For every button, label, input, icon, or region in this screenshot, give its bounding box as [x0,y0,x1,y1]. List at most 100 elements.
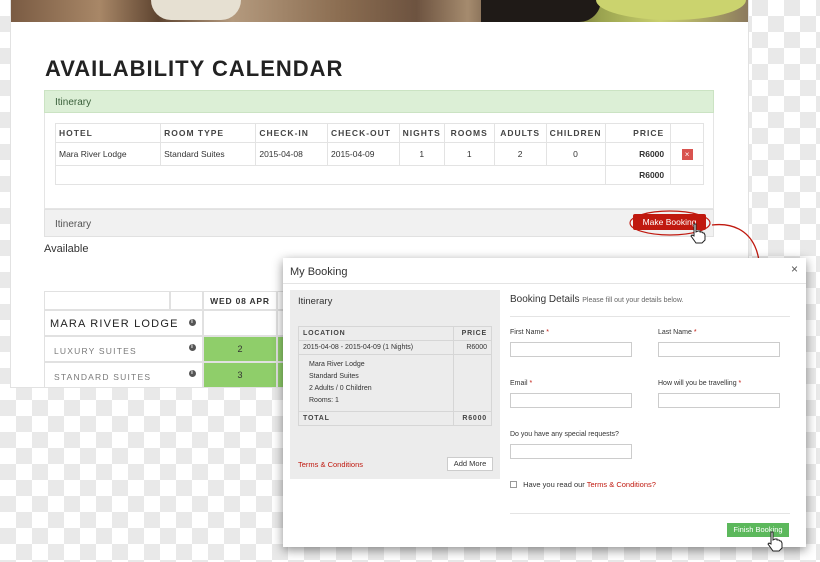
required-mark: * [738,380,742,387]
modal-itinerary-panel: Itinerary LOCATION PRICE 2015-04-08 - 20… [290,290,500,479]
first-name-label: First Name * [510,329,549,336]
hero-image [11,0,748,22]
grid-header-info [170,291,203,310]
email-text: Email [510,380,528,387]
col-actions [670,123,704,143]
col-price: PRICE [453,326,492,341]
cell-nights: 1 [398,142,445,166]
grid-row-luxury-suites: LUXURY SUITES i [44,336,203,362]
requests-label: Do you have any special requests? [510,431,619,438]
itinerary-table-panel: HOTEL ROOM TYPE CHECK-IN CHECK-OUT NIGHT… [44,113,714,209]
required-mark: * [546,329,549,336]
cell-children: 0 [545,142,606,166]
travel-text: How will you be travelling [658,380,737,387]
row-label: LUXURY SUITES [54,346,137,356]
itinerary-detail-price [453,354,492,412]
cell-delete: × [670,142,704,166]
cell-adults: 2 [493,142,547,166]
detail-rooms: Rooms: 1 [309,397,339,404]
info-icon[interactable]: i [189,344,196,351]
terms-checkbox-link[interactable]: Terms & Conditions? [587,480,656,489]
total-spacer [55,165,606,185]
cell-check-out: 2015-04-09 [326,142,400,166]
travel-field[interactable] [658,393,780,408]
modal-divider [283,283,806,284]
col-hotel: HOTEL [54,123,162,143]
total-row: TOTAL R6000 [298,411,492,426]
delete-icon[interactable]: × [681,148,693,160]
grid-lodge-cell [203,310,277,336]
terms-link[interactable]: Terms & Conditions [298,460,363,469]
available-label: Available [44,243,89,255]
grid-cell-luxury[interactable]: 2 [203,336,277,362]
itinerary-detail-row: Mara River Lodge Standard Suites 2 Adult… [298,354,492,412]
last-name-text: Last Name [658,329,692,336]
email-field[interactable] [510,393,632,408]
cell-room-type: Standard Suites [160,142,257,166]
info-icon[interactable]: i [189,370,196,377]
grid-lodge-name: MARA RIVER LODGE i [44,310,203,336]
terms-checkbox-row: Have you read our Terms & Conditions? [510,480,656,489]
col-room-type: ROOM TYPE [160,123,257,143]
modal-title: My Booking [290,266,348,278]
total-row: R6000 [55,165,704,185]
grid-header-label [44,291,170,310]
travel-label: How will you be travelling * [658,380,741,387]
total-empty [670,165,704,185]
hero-cushion [596,0,746,20]
detail-lodge: Mara River Lodge [309,361,365,368]
booking-details-subtitle: Please fill out your details below. [582,297,684,304]
hero-pillow [151,0,241,20]
my-booking-modal: My Booking × Itinerary LOCATION PRICE 20… [283,258,806,547]
required-mark: * [693,329,697,336]
booking-details-divider [510,316,790,317]
col-location: LOCATION [298,326,454,341]
detail-guests: 2 Adults / 0 Children [309,385,372,392]
grid-row-standard-suites: STANDARD SUITES i [44,362,203,387]
itinerary-table: HOTEL ROOM TYPE CHECK-IN CHECK-OUT NIGHT… [54,123,704,185]
modal-itinerary-table: LOCATION PRICE 2015-04-08 - 2015-04-09 (… [298,326,492,426]
grid-cell-standard[interactable]: 3 [203,362,277,387]
col-check-out: CHECK-OUT [326,123,400,143]
modal-itinerary-header: LOCATION PRICE [298,326,492,341]
total-value: R6000 [453,411,492,426]
itinerary-details: Mara River Lodge Standard Suites 2 Adult… [298,354,454,412]
table-row: 2015-04-08 - 2015-04-09 (1 Nights) R6000 [298,340,492,355]
terms-checkbox[interactable] [510,481,517,488]
first-name-text: First Name [510,329,545,336]
hand-cursor-icon [767,531,783,552]
terms-checkbox-label: Have you read our [523,480,585,489]
first-name-field[interactable] [510,342,632,357]
col-check-in: CHECK-IN [255,123,328,143]
last-name-field[interactable] [658,342,780,357]
modal-footer-divider [510,513,790,514]
hero-chair [481,0,601,22]
total-label: TOTAL [298,411,454,426]
detail-room: Standard Suites [309,373,359,380]
special-requests-field[interactable] [510,444,632,459]
row-label: STANDARD SUITES [54,372,152,382]
cell-rooms: 1 [443,142,495,166]
page-title: AVAILABILITY CALENDAR [45,56,344,81]
lodge-name: MARA RIVER LODGE [50,318,179,330]
cell-price: R6000 [604,142,672,166]
required-mark: * [529,380,533,387]
col-adults: ADULTS [493,123,547,143]
table-row: Mara River Lodge Standard Suites 2015-04… [54,142,704,166]
itinerary-footer-label: Itinerary [55,219,92,230]
booking-details-title: Booking Details Please fill out your det… [510,294,683,305]
col-rooms: ROOMS [443,123,495,143]
info-icon[interactable]: i [189,319,196,326]
booking-details-heading: Booking Details [510,294,580,305]
modal-itinerary-title: Itinerary [298,296,333,307]
close-icon[interactable]: × [791,262,798,276]
last-name-label: Last Name * [658,329,697,336]
itinerary-header-row: HOTEL ROOM TYPE CHECK-IN CHECK-OUT NIGHT… [54,123,704,143]
add-more-button[interactable]: Add More [447,457,493,471]
hand-cursor-icon [690,223,706,244]
email-label: Email * [510,380,532,387]
itinerary-footer-bar: Itinerary [44,209,714,237]
grid-header-date: WED 08 APR [203,291,277,310]
col-price: PRICE [604,123,672,143]
itinerary-dates: 2015-04-08 - 2015-04-09 (1 Nights) [298,340,454,355]
